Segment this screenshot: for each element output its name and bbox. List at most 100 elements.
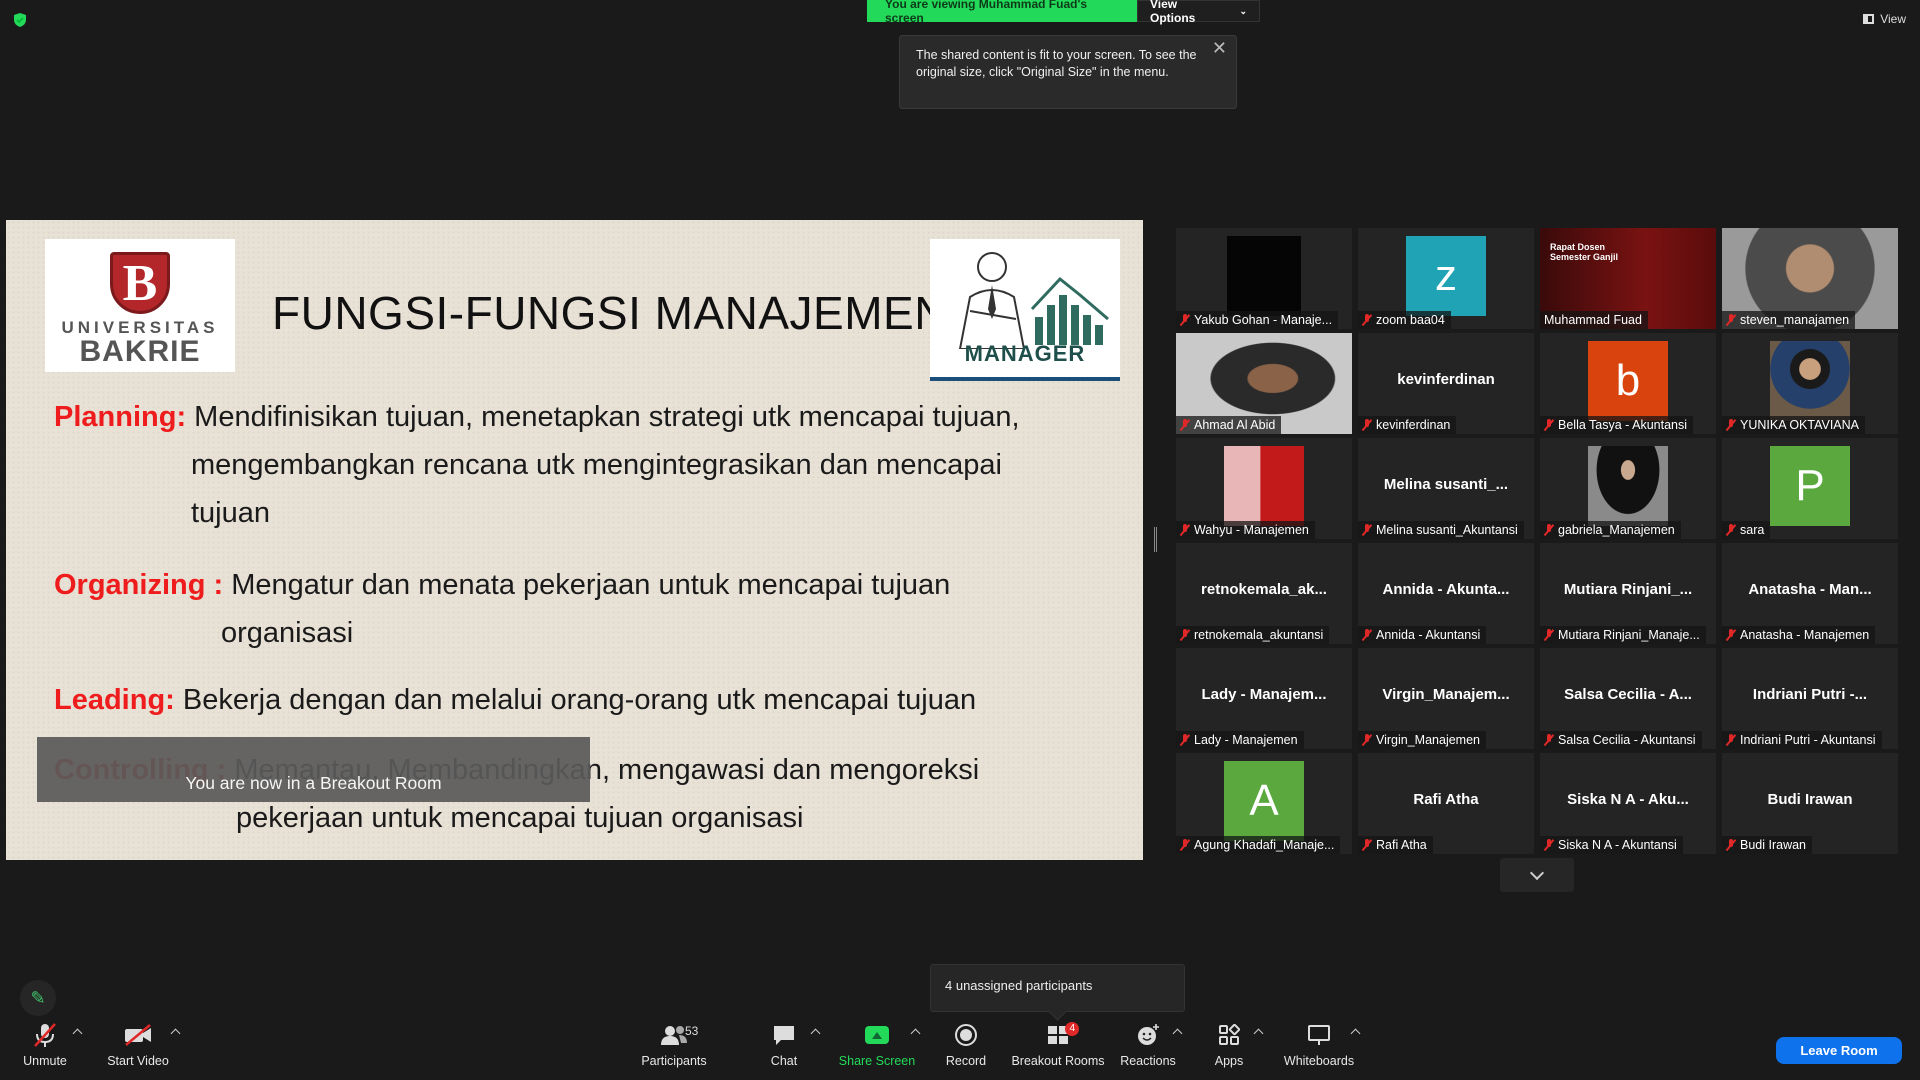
muted-mic-icon (1180, 629, 1190, 641)
participant-name: YUNIKA OKTAVIANA (1740, 418, 1860, 432)
annotate-pencil-button[interactable]: ✎ (20, 980, 56, 1016)
participant-tile[interactable]: Wahyu - Manajemen (1176, 438, 1352, 539)
participant-tile[interactable]: b Bella Tasya - Akuntansi (1540, 333, 1716, 434)
participant-name-label: Anatasha - Manajemen (1722, 626, 1876, 644)
participant-name-label: Lady - Manajemen (1176, 731, 1304, 749)
participant-tile[interactable]: Annida - Akunta... Annida - Akuntansi (1358, 543, 1534, 644)
muted-mic-icon (1180, 419, 1190, 431)
participant-tile[interactable]: Rapat Dosen Semester Ganjil Muhammad Fuad (1540, 228, 1716, 329)
participant-name: Annida - Akuntansi (1376, 628, 1481, 642)
gallery-next-page-button[interactable] (1500, 858, 1574, 892)
participant-center-name: Mutiara Rinjani_... (1563, 581, 1693, 598)
participant-avatar: P (1770, 446, 1850, 526)
start-video-button[interactable]: Start Video (83, 1020, 193, 1068)
participant-tile[interactable]: Indriani Putri -... Indriani Putri - Akun… (1722, 648, 1898, 749)
participant-tile[interactable]: Budi Irawan Budi Irawan (1722, 753, 1898, 854)
participant-name: Rafi Atha (1376, 838, 1427, 852)
participant-name: retnokemala_akuntansi (1194, 628, 1324, 642)
participant-tile[interactable]: Salsa Cecilia - A... Salsa Cecilia - Akun… (1540, 648, 1716, 749)
slide-title: FUNGSI-FUNGSI MANAJEMEN (272, 287, 948, 339)
participant-tile[interactable]: A Agung Khadafi_Manaje... (1176, 753, 1352, 854)
breakout-rooms-icon: 4 (1047, 1020, 1079, 1050)
participant-name: Muhammad Fuad (1544, 313, 1642, 327)
screen-share-banner: You are viewing Muhammad Fuad's screen V… (867, 0, 1260, 25)
participant-name-label: YUNIKA OKTAVIANA (1722, 416, 1866, 434)
participant-tile[interactable]: retnokemala_ak... retnokemala_akuntansi (1176, 543, 1352, 644)
participant-name: Indriani Putri - Akuntansi (1740, 733, 1876, 747)
participant-tile[interactable]: Yakub Gohan - Manaje... (1176, 228, 1352, 329)
participant-center-name: Annida - Akunta... (1382, 581, 1510, 598)
participant-gallery: Yakub Gohan - Manaje... z zoom baa04 Rapat … (1176, 228, 1906, 854)
view-options-button[interactable]: View Options ⌄ (1137, 0, 1260, 25)
participant-photo (1588, 446, 1668, 526)
muted-mic-icon (1726, 524, 1736, 536)
unmute-label: Unmute (23, 1054, 67, 1068)
leave-room-button[interactable]: Leave Room (1776, 1037, 1902, 1064)
participant-center-name: Lady - Manajem... (1201, 686, 1327, 703)
apps-label: Apps (1214, 1054, 1244, 1068)
video-off-icon (123, 1020, 153, 1050)
participant-name-label: Annida - Akuntansi (1358, 626, 1487, 644)
participant-tile[interactable]: kevinferdinan kevinferdinan (1358, 333, 1534, 434)
avatar-letter: z (1435, 251, 1457, 300)
participant-name: zoom baa04 (1376, 313, 1445, 327)
whiteboards-label: Whiteboards (1283, 1054, 1355, 1068)
view-layout-button[interactable]: View (1863, 12, 1906, 26)
share-screen-label: Share Screen (838, 1054, 916, 1068)
participant-tile[interactable]: gabriela_Manajemen (1540, 438, 1716, 539)
breakout-badge: 4 (1065, 1022, 1079, 1036)
participant-name: Budi Irawan (1740, 838, 1807, 852)
split-view-drag-handle[interactable] (1154, 527, 1157, 552)
participant-photo (1770, 341, 1850, 421)
participant-avatar: A (1224, 761, 1304, 841)
participant-tile[interactable]: steven_manajamen (1722, 228, 1898, 329)
muted-microphone-icon (32, 1020, 58, 1050)
participant-tile[interactable]: YUNIKA OKTAVIANA (1722, 333, 1898, 434)
participant-name-label: Bella Tasya - Akuntansi (1540, 416, 1694, 434)
chat-bubble-icon (772, 1020, 796, 1050)
participant-tile[interactable]: Lady - Manajem... Lady - Manajemen (1176, 648, 1352, 749)
participant-tile[interactable]: Rafi Atha Rafi Atha (1358, 753, 1534, 854)
record-icon (954, 1020, 978, 1050)
encryption-shield-icon[interactable] (12, 12, 28, 28)
participant-tile[interactable]: Mutiara Rinjani_... Mutiara Rinjani_Manaj… (1540, 543, 1716, 644)
view-label: View (1880, 12, 1906, 26)
participant-tile[interactable]: Ahmad Al Abid (1176, 333, 1352, 434)
muted-mic-icon (1544, 734, 1554, 746)
participant-tile[interactable]: z zoom baa04 (1358, 228, 1534, 329)
participant-name: Mutiara Rinjani_Manaje... (1558, 628, 1700, 642)
muted-mic-icon (1726, 839, 1736, 851)
whiteboards-button[interactable]: Whiteboards (1264, 1020, 1374, 1068)
close-icon[interactable]: ✕ (1212, 39, 1227, 57)
participant-center-name: Melina susanti_... (1383, 476, 1509, 493)
pencil-icon: ✎ (30, 987, 46, 1008)
term-text-cont: tujuan (191, 497, 271, 529)
participant-center-name: Salsa Cecilia - A... (1564, 686, 1692, 703)
participant-tile[interactable]: Melina susanti_... Melina susanti_Akuntan… (1358, 438, 1534, 539)
unassigned-participants-tooltip: 4 unassigned participants (930, 964, 1185, 1012)
tooltip-text: The shared content is fit to your screen… (916, 48, 1197, 79)
participant-avatar: b (1588, 341, 1668, 421)
participants-button[interactable]: 53 Participants (619, 1020, 729, 1068)
participant-name-label: Salsa Cecilia - Akuntansi (1540, 731, 1702, 749)
term-planning: Planning: Mendifinisikan tujuan, menetap… (54, 393, 1020, 537)
term-text: Bekerja dengan dan melalui orang-orang u… (174, 684, 977, 716)
participant-tile[interactable]: Psara (1722, 438, 1898, 539)
term-keyword: Planning: (54, 401, 187, 433)
participant-name: Yakub Gohan - Manaje... (1194, 313, 1333, 327)
participants-label: Participants (641, 1054, 707, 1068)
avatar-letter: P (1795, 461, 1825, 510)
participant-name-label: Yakub Gohan - Manaje... (1176, 311, 1339, 329)
participant-tile[interactable]: Siska N A - Aku... Siska N A - Akuntansi (1540, 753, 1716, 854)
participant-name: Anatasha - Manajemen (1740, 628, 1870, 642)
term-text-cont: mengembangkan rencana utk mengintegrasik… (191, 449, 1002, 481)
participant-name: Virgin_Manajemen (1376, 733, 1480, 747)
participant-tile[interactable]: Virgin_Manajem... Virgin_Manajemen (1358, 648, 1534, 749)
muted-mic-icon (1362, 419, 1372, 431)
participant-name-label: Siska N A - Akuntansi (1540, 836, 1683, 854)
participant-tile[interactable]: Anatasha - Man... Anatasha - Manajemen (1722, 543, 1898, 644)
manager-figure-icon (958, 252, 1109, 350)
muted-mic-icon (1726, 419, 1736, 431)
muted-mic-icon (1180, 524, 1190, 536)
participant-name: Lady - Manajemen (1194, 733, 1298, 747)
